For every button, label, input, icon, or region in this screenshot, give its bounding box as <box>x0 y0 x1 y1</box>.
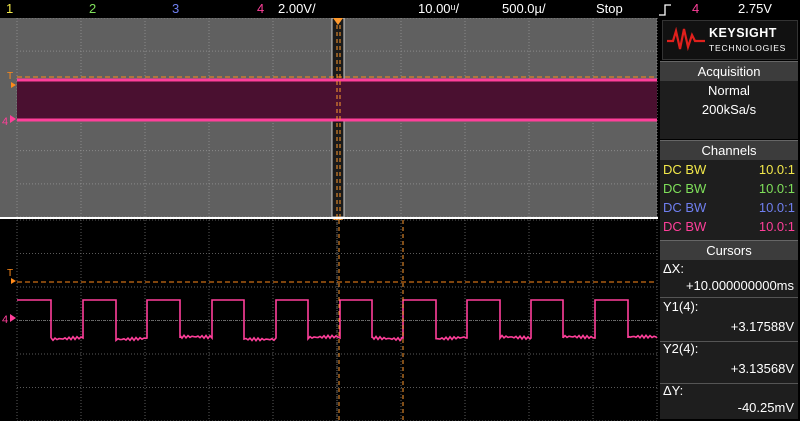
cursors-panel[interactable]: ΔX: +10.000000000ms Y1(4): +3.17588V Y2(… <box>660 260 798 419</box>
keysight-wave-icon <box>667 27 705 51</box>
y1-readout: Y1(4): +3.17588V <box>660 298 798 338</box>
brand-name: KEYSIGHT <box>709 26 777 40</box>
ch4-ground-tag-bottom[interactable]: 4 <box>2 314 8 326</box>
trigger-channel[interactable]: 4 <box>692 0 699 18</box>
y2-label: Y2(4): <box>663 341 699 356</box>
delta-y-label: ΔY: <box>663 383 684 398</box>
acquisition-header[interactable]: Acquisition <box>660 61 798 81</box>
delta-x-readout: ΔX: +10.000000000ms <box>660 260 798 296</box>
time-scale[interactable]: 10.00ᵘ/ <box>418 0 459 18</box>
acquisition-mode: Normal <box>708 83 750 98</box>
delta-y-value: -40.25mV <box>737 400 794 415</box>
ch4-ground-tag-top[interactable]: 4 <box>2 116 8 128</box>
y1-label: Y1(4): <box>663 299 699 314</box>
trigger-level-tag-top[interactable]: T <box>7 71 13 82</box>
waveform-display[interactable]: T 4 T 4 <box>0 18 658 421</box>
y1-value: +3.17588V <box>730 319 794 334</box>
channel-row-3[interactable]: DC BW 10.0:1 <box>660 198 798 217</box>
ch2-label[interactable]: 2 <box>89 0 96 18</box>
cursors-header[interactable]: Cursors <box>660 240 798 260</box>
acquisition-panel[interactable]: Normal 200kSa/s <box>660 81 798 139</box>
delta-y-readout: ΔY: -40.25mV <box>660 382 798 418</box>
ch3-label[interactable]: 3 <box>172 0 179 18</box>
y2-value: +3.13568V <box>730 361 794 376</box>
ch4-label[interactable]: 4 <box>257 0 264 18</box>
delta-x-label: ΔX: <box>663 261 684 276</box>
trigger-level[interactable]: 2.75V <box>738 0 772 18</box>
brand-subtitle: TECHNOLOGIES <box>709 43 787 53</box>
trigger-delay[interactable]: 500.0µ/ <box>502 0 546 18</box>
channels-panel[interactable]: DC BW 10.0:1 DC BW 10.0:1 DC BW 10.0:1 D… <box>660 160 798 240</box>
status-bar: 1 2 3 4 2.00V/ 10.00ᵘ/ 500.0µ/ Stop 4 2.… <box>0 0 800 18</box>
run-state[interactable]: Stop <box>596 0 623 18</box>
trigger-level-tag-bottom[interactable]: T <box>7 268 13 279</box>
channels-header[interactable]: Channels <box>660 140 798 160</box>
ch4-scale[interactable]: 2.00V/ <box>278 0 316 18</box>
sample-rate: 200kSa/s <box>701 102 757 117</box>
delta-x-value: +10.000000000ms <box>685 278 794 293</box>
y2-readout: Y2(4): +3.13568V <box>660 340 798 380</box>
channel-row-2[interactable]: DC BW 10.0:1 <box>660 179 798 198</box>
channel-row-4[interactable]: DC BW 10.0:1 <box>660 217 798 236</box>
channel-row-1[interactable]: DC BW 10.0:1 <box>660 160 798 179</box>
keysight-logo: KEYSIGHT TECHNOLOGIES <box>662 20 798 60</box>
ch1-label[interactable]: 1 <box>6 0 13 18</box>
side-panel: KEYSIGHT TECHNOLOGIES Acquisition Normal… <box>658 18 800 421</box>
ch4-overview-band <box>17 80 657 120</box>
